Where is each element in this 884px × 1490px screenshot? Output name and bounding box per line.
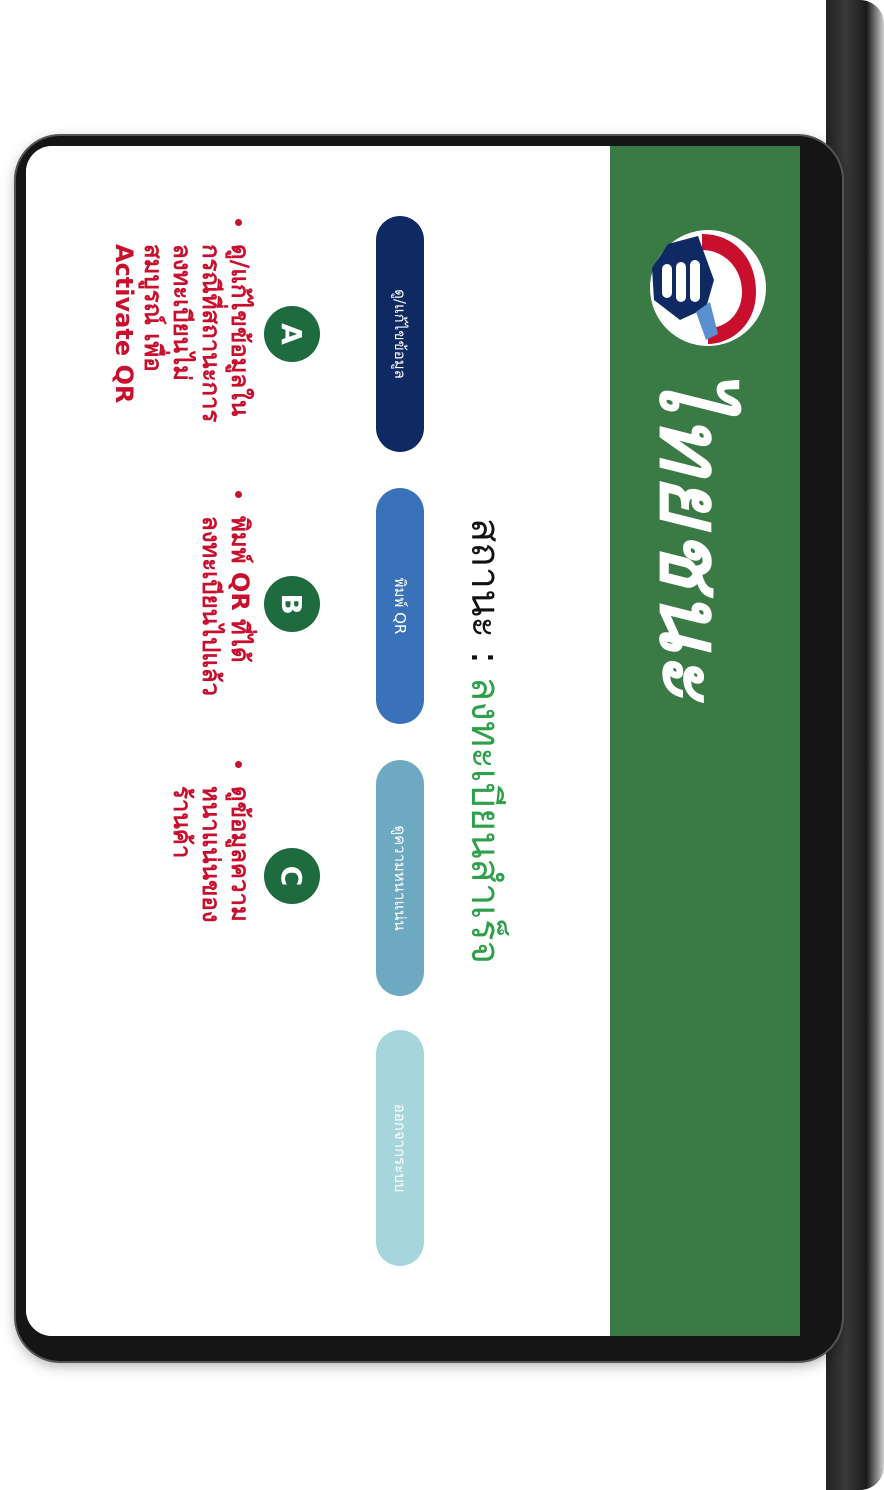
annotation-marker-b: B — [264, 576, 320, 632]
annotation-note-c: ดูข้อมูลความ หนาแน่นของ ร้านค้า — [167, 760, 254, 923]
annotation-note-a-text: ดู/แก้ไขข้อมูลใน กรณีที่สถานะการ ลงทะเบี… — [109, 240, 254, 422]
status-value: ลงทะเบียนสำเร็จ — [462, 676, 508, 965]
registration-status: สถานะ : ลงทะเบียนสำเร็จ — [454, 146, 518, 1336]
view-density-button[interactable]: ดูความหนาแน่น — [376, 760, 424, 996]
app-header: ไทยชนะ — [610, 146, 800, 1336]
status-label: สถานะ : — [462, 517, 508, 677]
view-edit-data-button[interactable]: ดู/แก้ไขข้อมูล — [376, 216, 424, 452]
annotation-note-b-text: พิมพ์ QR ที่ได้ ลงทะเบียนไปแล้ว — [196, 512, 254, 696]
app-canvas: ไทยชนะ สถานะ : ลงทะเบียนสำเร็จ ดู/แก้ไขข… — [26, 146, 800, 1336]
annotation-marker-a: A — [264, 306, 320, 362]
logout-button[interactable]: ออกจากระบบ — [376, 1030, 424, 1266]
print-qr-button[interactable]: พิมพ์ QR — [376, 488, 424, 724]
brand-title: ไทยชนะ — [640, 368, 743, 701]
annotation-note-c-text: ดูข้อมูลความ หนาแน่นของ ร้านค้า — [167, 782, 254, 923]
annotation-note-b: พิมพ์ QR ที่ได้ ลงทะเบียนไปแล้ว — [196, 490, 254, 696]
laptop-screen: ไทยชนะ สถานะ : ลงทะเบียนสำเร็จ ดู/แก้ไขข… — [26, 146, 800, 1336]
annotation-marker-c: C — [264, 848, 320, 904]
handshake-fist-logo-icon — [650, 230, 766, 346]
annotation-note-a: ดู/แก้ไขข้อมูลใน กรณีที่สถานะการ ลงทะเบี… — [109, 218, 254, 422]
